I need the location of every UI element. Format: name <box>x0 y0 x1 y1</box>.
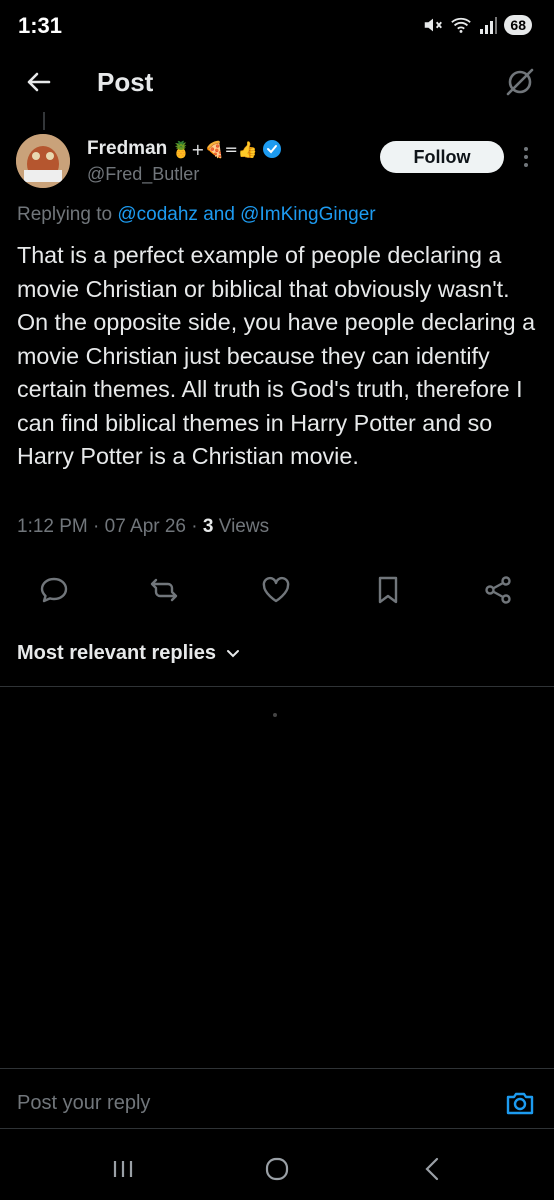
mention-link[interactable]: @ImKingGinger <box>240 204 375 225</box>
back-icon[interactable] <box>418 1154 448 1184</box>
views-label: Views <box>218 516 270 537</box>
thread-connector-line <box>43 112 45 130</box>
recents-icon[interactable] <box>108 1154 138 1184</box>
divider <box>0 686 554 687</box>
divider <box>0 1068 554 1069</box>
views-count: 3 <box>202 516 214 537</box>
wifi-icon <box>451 17 472 33</box>
post-time: 1:12 PM <box>17 516 88 537</box>
author-name[interactable]: Fredman <box>87 138 167 160</box>
back-arrow-icon[interactable] <box>22 66 54 98</box>
replying-to: Replying to @codahz and @ImKingGinger <box>17 204 376 226</box>
grok-icon[interactable] <box>504 66 536 98</box>
follow-button[interactable]: Follow <box>380 141 504 173</box>
replying-join: and <box>203 204 235 225</box>
reply-icon[interactable] <box>38 574 70 606</box>
post-meta: 1:12 PM · 07 Apr 26 · 3 Views <box>17 516 270 537</box>
name-emojis: 🍍+🍕=👍 <box>171 139 258 159</box>
mention-link[interactable]: @codahz <box>117 204 198 225</box>
replying-prefix: Replying to <box>17 204 113 225</box>
avatar-image <box>16 134 70 188</box>
chevron-down-icon <box>226 649 239 657</box>
home-icon[interactable] <box>262 1154 292 1184</box>
post-date: 07 Apr 26 <box>104 516 186 537</box>
battery-indicator: 68 <box>504 15 532 35</box>
signal-icon <box>480 17 498 34</box>
reply-sort-label: Most relevant replies <box>17 642 216 664</box>
more-options-icon[interactable] <box>519 144 533 170</box>
status-bar: 1:31 68 <box>0 0 554 52</box>
author-name-row[interactable]: Fredman 🍍+🍕=👍 <box>87 138 282 160</box>
reply-input[interactable]: Post your reply <box>17 1092 150 1115</box>
camera-icon[interactable] <box>504 1087 536 1119</box>
like-icon[interactable] <box>260 574 292 606</box>
loading-indicator <box>273 713 277 717</box>
post-actions <box>0 574 554 610</box>
share-icon[interactable] <box>482 574 514 606</box>
system-nav-bar <box>0 1140 554 1200</box>
page-title: Post <box>97 67 154 97</box>
status-icons: 68 <box>422 14 532 36</box>
top-app-bar: Post <box>0 52 554 112</box>
bookmark-icon[interactable] <box>372 574 404 606</box>
divider <box>0 1128 554 1129</box>
author-handle[interactable]: @Fred_Butler <box>87 164 199 185</box>
reply-sort-dropdown[interactable]: Most relevant replies <box>17 642 240 665</box>
verified-badge-icon <box>262 140 281 158</box>
post-text: That is a perfect example of people decl… <box>17 242 542 469</box>
mute-icon <box>425 18 443 32</box>
repost-icon[interactable] <box>148 574 180 606</box>
status-time: 1:31 <box>18 13 63 38</box>
avatar[interactable] <box>16 134 70 188</box>
